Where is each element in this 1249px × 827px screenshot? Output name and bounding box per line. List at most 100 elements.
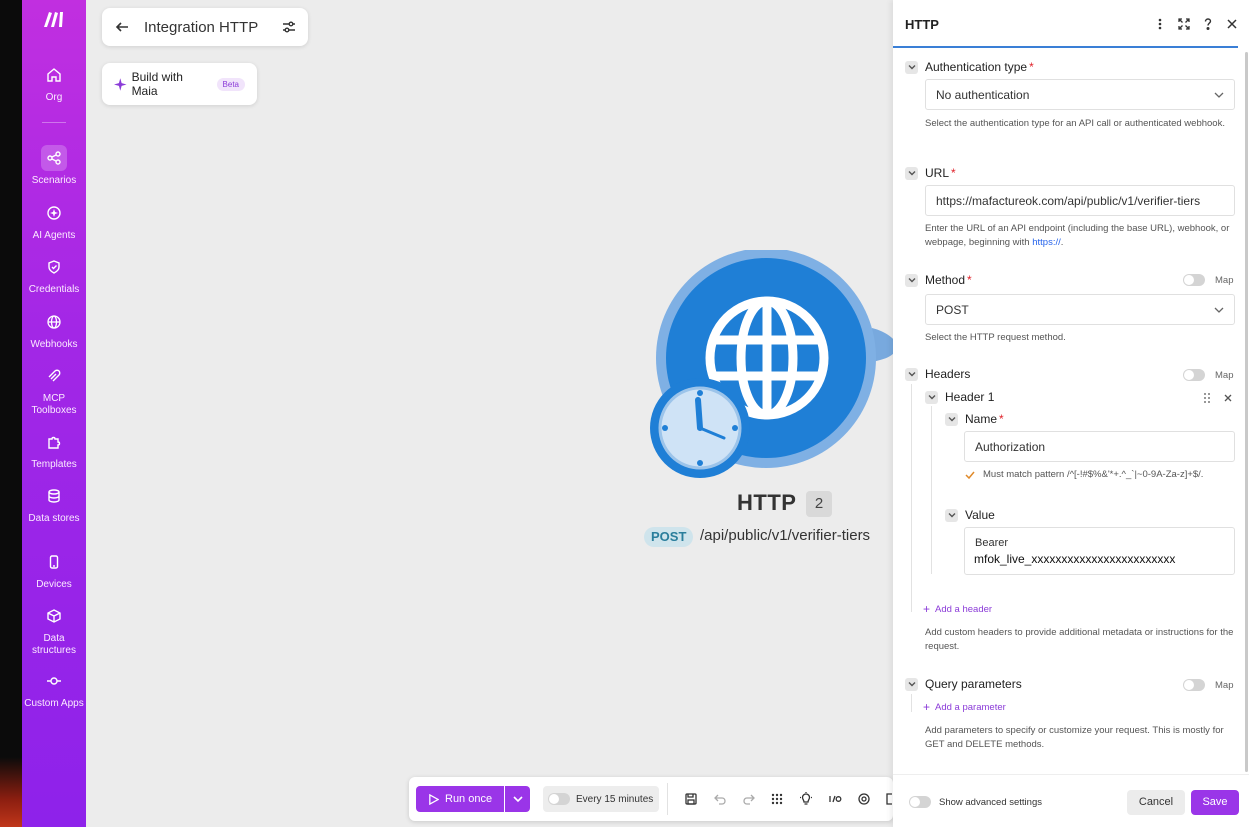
- undo-icon[interactable]: [713, 792, 727, 806]
- query-map-toggle[interactable]: Map: [1183, 679, 1233, 691]
- header-value-line-1: Bearer: [975, 537, 1009, 549]
- add-parameter-link[interactable]: + Add a parameter: [923, 700, 1006, 714]
- advanced-label: Show advanced settings: [939, 796, 1042, 808]
- header-value-field-header[interactable]: Value: [945, 508, 995, 522]
- chevron-down-icon[interactable]: [945, 412, 958, 426]
- header-name-label: Name: [965, 412, 998, 426]
- pattern-hint: Must match pattern /^[-!#$%&'*+.^_`|~0-9…: [965, 468, 1240, 482]
- scenario-title[interactable]: Integration HTTP: [144, 19, 282, 36]
- auth-type-select[interactable]: No authentication: [925, 79, 1235, 110]
- lightbulb-icon[interactable]: [799, 792, 813, 806]
- close-icon[interactable]: [1225, 17, 1239, 31]
- headers-section-header[interactable]: Headers: [905, 367, 970, 381]
- sidebar-item-custom-apps[interactable]: Custom Apps: [22, 668, 86, 710]
- sidebar: Org Scenarios AI Agents Credentials Webh…: [22, 0, 86, 827]
- map-switch[interactable]: [1183, 274, 1205, 286]
- http-module-node[interactable]: [640, 248, 900, 490]
- headers-label: Headers: [925, 367, 971, 381]
- query-section-header[interactable]: Query parameters: [905, 677, 1022, 691]
- cancel-button[interactable]: Cancel: [1127, 790, 1185, 815]
- run-options-dropdown[interactable]: [505, 786, 530, 812]
- run-once-label: Run once: [445, 793, 493, 805]
- sidebar-item-data-structures[interactable]: Data structures: [22, 603, 86, 657]
- add-header-link[interactable]: + Add a header: [923, 602, 992, 616]
- settings-sliders-icon[interactable]: [282, 20, 296, 34]
- auth-section-header[interactable]: Authentication type *: [905, 60, 1034, 74]
- url-label: URL: [925, 166, 950, 180]
- module-settings-panel: HTTP Authentication type * No authenticat…: [893, 0, 1249, 827]
- chevron-down-icon: [1214, 307, 1224, 313]
- sidebar-item-mcp-toolboxes[interactable]: MCP Toolboxes: [22, 363, 86, 417]
- sidebar-item-org[interactable]: Org: [22, 62, 86, 104]
- more-options-icon[interactable]: [1153, 17, 1167, 31]
- map-switch[interactable]: [1183, 369, 1205, 381]
- module-id-badge: 2: [806, 491, 832, 517]
- chevron-down-icon[interactable]: [905, 60, 918, 74]
- url-hint-end: .: [1060, 237, 1064, 248]
- module-name[interactable]: HTTP: [737, 490, 796, 516]
- advanced-settings-toggle[interactable]: Show advanced settings: [909, 796, 1042, 808]
- sidebar-item-scenarios[interactable]: Scenarios: [22, 145, 86, 187]
- chevron-down-icon[interactable]: [905, 166, 918, 180]
- sidebar-item-devices[interactable]: Devices: [22, 549, 86, 591]
- save-button[interactable]: Save: [1191, 790, 1239, 815]
- header-name-field-header[interactable]: Name *: [945, 412, 1004, 426]
- method-map-toggle[interactable]: Map: [1183, 274, 1233, 286]
- sidebar-item-credentials[interactable]: Credentials: [22, 254, 86, 296]
- shield-icon: [41, 254, 67, 280]
- maia-label: Build with Maia: [131, 70, 183, 98]
- map-label: Map: [1215, 274, 1234, 286]
- panel-scrollbar[interactable]: [1245, 52, 1248, 772]
- map-switch[interactable]: [1183, 679, 1205, 691]
- drag-handle-icon[interactable]: [1202, 392, 1212, 404]
- sidebar-item-label: Devices: [36, 579, 72, 590]
- required-marker: *: [999, 412, 1004, 426]
- schedule-toggle[interactable]: Every 15 minutes: [543, 786, 659, 812]
- sidebar-item-templates[interactable]: Templates: [22, 429, 86, 471]
- panel-title: HTTP: [905, 16, 939, 32]
- expand-icon[interactable]: [1177, 17, 1191, 31]
- chevron-down-icon[interactable]: [905, 677, 918, 691]
- run-once-button[interactable]: Run once: [416, 786, 504, 812]
- help-icon[interactable]: [1201, 17, 1215, 31]
- url-section-header[interactable]: URL *: [905, 166, 956, 180]
- header-name-input[interactable]: Authorization: [964, 431, 1235, 462]
- desktop-glow: [0, 757, 22, 827]
- chevron-down-icon[interactable]: [925, 390, 938, 404]
- url-value: https://mafactureok.com/api/public/v1/ve…: [936, 193, 1201, 208]
- io-icon[interactable]: [828, 792, 842, 806]
- sidebar-item-label: AI Agents: [32, 230, 76, 241]
- sidebar-item-label: Data stores: [28, 513, 80, 524]
- sparkle-icon: [114, 77, 127, 91]
- save-icon[interactable]: [684, 792, 698, 806]
- scenario-title-card: Integration HTTP: [102, 8, 308, 46]
- header-1-item[interactable]: Header 1: [925, 390, 994, 404]
- notes-icon[interactable]: [885, 792, 893, 806]
- chevron-down-icon[interactable]: [945, 508, 958, 522]
- remove-header-icon[interactable]: [1223, 393, 1233, 403]
- sidebar-item-label: Custom Apps: [24, 698, 84, 709]
- url-input[interactable]: https://mafactureok.com/api/public/v1/ve…: [925, 185, 1235, 216]
- globe-icon: [41, 309, 67, 335]
- sidebar-item-ai-agents[interactable]: AI Agents: [22, 200, 86, 242]
- query-label: Query parameters: [925, 677, 1022, 691]
- redo-icon[interactable]: [742, 792, 756, 806]
- advanced-switch[interactable]: [909, 796, 931, 808]
- build-with-maia-button[interactable]: Build with Maia Beta: [102, 63, 257, 105]
- url-hint-link[interactable]: https://: [1032, 237, 1061, 248]
- gear-icon[interactable]: [857, 792, 871, 806]
- plus-icon: +: [923, 700, 931, 714]
- chevron-down-icon[interactable]: [905, 273, 918, 287]
- method-section-header[interactable]: Method *: [905, 273, 972, 287]
- sidebar-item-label: Credentials: [28, 284, 80, 295]
- back-arrow-icon[interactable]: [114, 19, 130, 35]
- headers-map-toggle[interactable]: Map: [1183, 369, 1233, 381]
- schedule-switch[interactable]: [548, 793, 570, 805]
- make-logo-icon[interactable]: [41, 9, 67, 29]
- sidebar-item-data-stores[interactable]: Data stores: [22, 483, 86, 525]
- chevron-down-icon[interactable]: [905, 367, 918, 381]
- grid-icon[interactable]: [770, 792, 784, 806]
- sidebar-item-webhooks[interactable]: Webhooks: [22, 309, 86, 351]
- method-select[interactable]: POST: [925, 294, 1235, 325]
- header-value-input[interactable]: Bearer mfok_live_xxxxxxxxxxxxxxxxxxxxxxx…: [964, 527, 1235, 575]
